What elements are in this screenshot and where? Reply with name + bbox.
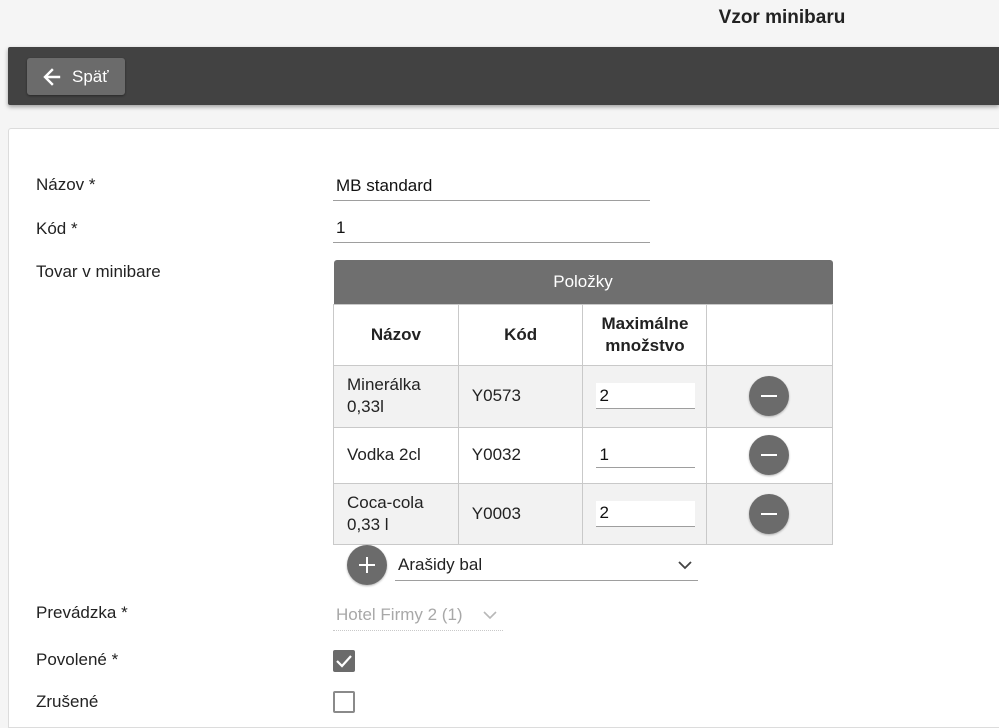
item-qty-cell [582, 482, 708, 545]
code-label: Kód * [36, 219, 78, 238]
item-code: Y0573 [457, 364, 584, 428]
items-table: Položky Názov Kód Maximálne množstvo Mine… [333, 260, 833, 545]
page-title: Vzor minibaru [718, 7, 846, 28]
operation-label: Prevádzka * [36, 603, 128, 622]
name-field[interactable] [333, 171, 650, 201]
item-qty-cell [582, 426, 708, 484]
operation-select: Hotel Firmy 2 (1) [333, 599, 503, 631]
toolbar: Späť [8, 47, 999, 105]
check-icon [336, 655, 352, 668]
name-label: Názov * [36, 175, 96, 194]
item-code: Y0003 [457, 482, 584, 545]
items-table-caption: Položky [333, 260, 833, 304]
table-row: Vodka 2cl Y0032 [333, 426, 833, 484]
item-actions [706, 426, 833, 484]
table-row: Coca-cola 0,33 l Y0003 [333, 482, 833, 545]
back-button[interactable]: Späť [27, 58, 125, 95]
item-name: Vodka 2cl [333, 426, 459, 484]
header-name: Názov [333, 303, 459, 366]
new-item-select[interactable]: Arašidy bal [395, 549, 698, 581]
arrow-left-icon [43, 68, 61, 86]
quantity-field[interactable] [596, 442, 696, 468]
item-name: Coca-cola 0,33 l [333, 482, 459, 545]
quantity-field[interactable] [596, 383, 696, 409]
item-actions [706, 482, 833, 545]
item-name: Minerálka 0,33l [333, 364, 459, 428]
enabled-checkbox[interactable] [333, 650, 355, 672]
cancelled-checkbox[interactable] [333, 691, 355, 713]
cancelled-label: Zrušené [36, 692, 99, 711]
item-qty-cell [582, 364, 708, 428]
table-row: Minerálka 0,33l Y0573 [333, 364, 833, 428]
item-code: Y0032 [457, 426, 584, 484]
add-item-button[interactable] [347, 545, 387, 585]
code-field[interactable] [333, 213, 650, 243]
quantity-field[interactable] [596, 500, 696, 527]
back-button-label: Späť [72, 67, 109, 86]
chevron-down-icon [483, 611, 497, 620]
item-actions [706, 364, 833, 428]
header-max-qty: Maximálne množstvo [582, 303, 708, 366]
chevron-down-icon [678, 561, 692, 570]
enabled-label: Povolené * [36, 650, 119, 669]
remove-item-button[interactable] [749, 493, 790, 534]
goods-label: Tovar v minibare [36, 262, 161, 281]
header-code: Kód [457, 303, 584, 366]
remove-item-button[interactable] [749, 435, 790, 475]
remove-item-button[interactable] [749, 376, 790, 416]
header-actions [706, 303, 833, 366]
